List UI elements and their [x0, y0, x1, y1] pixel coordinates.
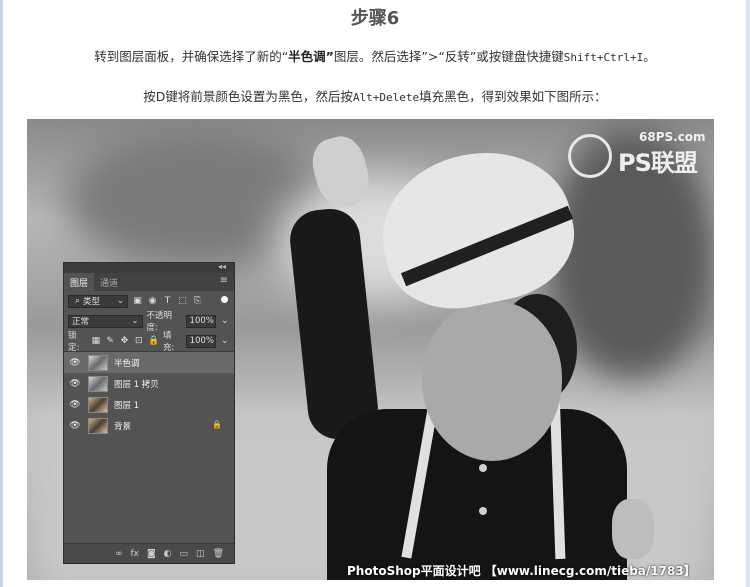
shape-filter-icon[interactable]: ⬚ — [177, 296, 188, 306]
lock-icon: 🔒 — [212, 420, 222, 429]
fill-value: 100% — [189, 336, 214, 346]
layers-panel: ◂◂ 图层 通道 ≡ ⌕ 类型 ⌄ ▣ ◉ T ⬚ ⎘ 正常 ⌄ 不透明度: 1… — [63, 262, 235, 564]
lock-artboard-icon[interactable]: ⊡ — [134, 336, 144, 346]
layer-thumbnail — [88, 417, 108, 434]
footer-watermark: PhotoShop平面设计吧 【www.linecg.com/tieba/178… — [347, 564, 696, 578]
chevron-down-icon[interactable]: ⌄ — [220, 316, 230, 326]
child-face — [422, 301, 562, 461]
layer-row-layer1-copy[interactable]: 👁 图层 1 拷贝 — [64, 373, 234, 394]
new-group-icon[interactable]: ▭ — [180, 549, 189, 559]
p2-end: 填充黑色，得到效果如下图所示： — [419, 89, 607, 104]
p1-bold-layer: 半色调” — [288, 49, 334, 64]
child-lower-hand — [612, 499, 654, 559]
link-layers-icon[interactable]: ∞ — [115, 549, 123, 559]
layer-name: 图层 1 拷贝 — [114, 379, 159, 390]
layer-name: 半色调 — [114, 358, 140, 369]
p1-pre: 转到图层面板，并确保选择了新的“ — [94, 49, 289, 64]
layer-name: 背景 — [114, 421, 132, 432]
panel-footer-toolbar: ∞ fx ◙ ◐ ▭ ◫ 🗑 — [64, 543, 234, 563]
opacity-input[interactable]: 100% — [185, 314, 216, 328]
instruction-paragraph-2: 按D键将前景颜色设置为黑色，然后按Alt+Delete填充黑色，得到效果如下图所… — [0, 86, 750, 105]
fill-label: 填充: — [162, 331, 175, 353]
visibility-eye-icon[interactable]: 👁 — [68, 358, 82, 368]
layer-thumbnail — [88, 396, 108, 413]
lock-row: 锁定: ▦ ✎ ✥ ⊡ 🔒 填充: 100% ⌄ — [64, 331, 234, 353]
add-mask-icon[interactable]: ◙ — [147, 549, 156, 559]
instruction-paragraph-1: 转到图层面板，并确保选择了新的“半色调”图层。然后选择”>“反转”或按键盘快捷键… — [0, 46, 750, 65]
blend-mode-select[interactable]: 正常 ⌄ — [68, 314, 143, 328]
p1-shortcut: Shift+Ctrl+I — [563, 51, 644, 64]
adjustment-filter-icon[interactable]: ◉ — [147, 296, 158, 306]
tab-channels[interactable]: 通道 — [94, 273, 124, 291]
layer-thumbnail — [88, 354, 108, 371]
layer-row-layer1[interactable]: 👁 图层 1 — [64, 394, 234, 415]
p2-shortcut: Alt+Delete — [352, 91, 420, 104]
tab-layers[interactable]: 图层 — [64, 273, 95, 291]
p1-mid: 图层。然后选择”>“反转”或按键盘快捷键 — [333, 49, 564, 64]
panel-menu-icon[interactable]: ≡ — [220, 275, 228, 286]
lock-position-icon[interactable]: ✥ — [119, 336, 129, 346]
p2-pre: 按D键将前景颜色设置为黑色，然后按 — [143, 89, 353, 104]
filter-row: ⌕ 类型 ⌄ ▣ ◉ T ⬚ ⎘ — [64, 291, 234, 311]
shirt-button — [479, 507, 487, 515]
new-layer-icon[interactable]: ◫ — [196, 549, 205, 559]
watermark-site: 68PS.com — [639, 130, 706, 144]
visibility-eye-icon[interactable]: 👁 — [68, 400, 82, 410]
visibility-eye-icon[interactable]: 👁 — [68, 379, 82, 389]
panel-tabs: 图层 通道 ≡ — [64, 273, 234, 291]
new-adjustment-icon[interactable]: ◐ — [164, 549, 172, 559]
filter-toggle[interactable] — [221, 296, 228, 303]
ps-logo-icon — [568, 134, 612, 178]
pixel-filter-icon[interactable]: ▣ — [132, 296, 143, 306]
step-title: 步骤6 — [350, 8, 400, 29]
opacity-value: 100% — [189, 316, 214, 326]
layer-row-halftone[interactable]: 👁 半色调 — [64, 352, 234, 373]
fill-input[interactable]: 100% — [185, 334, 216, 348]
layer-row-background[interactable]: 👁 背景 🔒 — [64, 415, 234, 436]
search-icon: ⌕ — [74, 296, 81, 306]
type-filter-icon[interactable]: T — [162, 296, 173, 306]
chevron-down-icon: ⌄ — [131, 316, 139, 326]
lock-image-icon[interactable]: ✎ — [105, 336, 115, 346]
p1-end: 。 — [643, 49, 656, 64]
trash-icon[interactable]: 🗑 — [213, 549, 224, 559]
chevron-down-icon: ⌄ — [116, 296, 124, 306]
blend-row: 正常 ⌄ 不透明度: 100% ⌄ — [64, 311, 234, 333]
layer-name: 图层 1 — [114, 400, 140, 411]
shirt-button — [479, 464, 487, 472]
lock-all-icon[interactable]: 🔒 — [148, 336, 159, 346]
filter-kind-label: 类型 — [83, 297, 101, 307]
layer-style-icon[interactable]: fx — [130, 549, 139, 559]
lock-label: 锁定: — [68, 331, 80, 353]
layer-thumbnail — [88, 375, 108, 392]
visibility-eye-icon[interactable]: 👁 — [68, 421, 82, 431]
lock-transparent-icon[interactable]: ▦ — [91, 336, 101, 346]
smart-object-filter-icon[interactable]: ⎘ — [192, 296, 203, 306]
panel-titlebar[interactable]: ◂◂ — [64, 262, 234, 273]
chevron-down-icon[interactable]: ⌄ — [220, 336, 230, 346]
watermark-brand: PS联盟 — [618, 149, 698, 177]
blend-mode-value: 正常 — [72, 317, 90, 327]
collapse-icon[interactable]: ◂◂ — [218, 262, 226, 271]
filter-kind-select[interactable]: ⌕ 类型 ⌄ — [68, 294, 128, 308]
